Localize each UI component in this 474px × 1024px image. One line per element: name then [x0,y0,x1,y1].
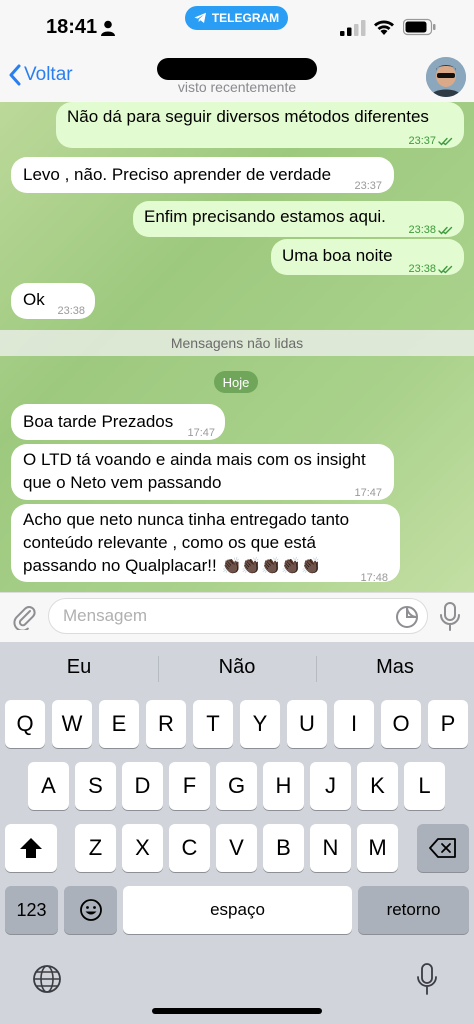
message-text-line: O LTD tá voando e ainda mais com os insi… [23,450,366,469]
key-m[interactable]: M [357,824,398,872]
key-y[interactable]: Y [240,700,280,748]
suggestion-3[interactable]: Mas [316,656,474,679]
message-text: Uma boa noite [282,246,393,265]
key-c[interactable]: C [169,824,210,872]
key-s[interactable]: S [75,762,116,810]
telegram-icon [194,12,206,23]
chat-area[interactable]: Não dá para seguir diversos métodos dife… [0,102,474,592]
message-time: 17:48 [360,572,388,584]
message-text-line: passando no Qualplacar!! 👏🏿👏🏿👏🏿👏🏿👏🏿 [23,555,321,578]
message-text-line: que o Neto vem passando [23,473,222,492]
key-v[interactable]: V [216,824,257,872]
unread-messages-divider: Mensagens não lidas [0,330,474,356]
message-text: Ok [23,290,45,309]
avatar-photo [426,57,466,97]
signal-icon [340,20,366,36]
message-input[interactable] [48,598,428,634]
wifi-icon [374,20,394,35]
key-i[interactable]: I [334,700,374,748]
backspace-icon [429,838,456,858]
key-q[interactable]: Q [5,700,45,748]
message-text-line: conteúdo relevante , como os que está [23,533,316,552]
incoming-message[interactable]: O LTD tá voando e ainda mais com os insi… [11,444,394,500]
double-check-icon [438,137,453,146]
message-time: 23:38 [408,263,436,275]
emoji-icon [79,899,102,921]
key-r[interactable]: R [146,700,186,748]
telegram-pill[interactable]: TELEGRAM [185,6,288,30]
message-text: Levo , não. Preciso aprender de verdade [23,165,332,184]
emoji-key[interactable] [64,886,117,934]
key-x[interactable]: X [122,824,163,872]
telegram-pill-label: TELEGRAM [211,11,280,25]
key-a[interactable]: A [28,762,69,810]
key-z[interactable]: Z [75,824,116,872]
message-time: 23:37 [354,180,382,192]
key-n[interactable]: N [310,824,351,872]
avatar[interactable] [426,57,466,97]
sticker-icon[interactable] [395,605,419,629]
date-badge: Hoje [214,371,258,393]
message-text: Enfim precisando estamos aqui. [144,207,386,226]
key-p[interactable]: P [428,700,468,748]
clapping-hands-emoji: 👏🏿👏🏿👏🏿👏🏿👏🏿 [221,558,322,575]
key-w[interactable]: W [52,700,92,748]
suggestion-1[interactable]: Eu [0,656,158,679]
globe-icon[interactable] [32,964,62,994]
shift-key[interactable] [5,824,57,872]
incoming-message[interactable]: Acho que neto nunca tinha entregado tant… [11,504,400,584]
space-key[interactable]: espaço [123,886,352,934]
double-check-icon [438,226,453,235]
keyboard: Eu Não Mas Q W E R T Y U I O P A S D F G… [0,642,474,1024]
message-time: 23:38 [408,224,436,236]
message-field[interactable] [49,599,383,633]
key-h[interactable]: H [263,762,304,810]
message-meta: 23:37 [408,130,454,152]
message-time: 17:47 [354,487,382,499]
key-l[interactable]: L [404,762,445,810]
message-text: Boa tarde Prezados [23,412,174,431]
return-key[interactable]: retorno [358,886,469,934]
message-text: passando no Qualplacar!! [23,556,217,575]
message-time: 23:38 [57,305,85,317]
incoming-message[interactable]: Boa tarde Prezados 17:47 [11,404,225,440]
key-j[interactable]: J [310,762,351,810]
incoming-message[interactable]: Ok 23:38 [11,283,95,319]
chat-header: Voltar visto recentemente [0,56,474,103]
paperclip-icon[interactable] [10,602,38,630]
numbers-key[interactable]: 123 [5,886,58,934]
outgoing-message[interactable]: Enfim precisando estamos aqui. 23:38 [133,201,464,237]
home-indicator[interactable] [152,1008,322,1014]
outgoing-message[interactable]: Uma boa noite 23:38 [271,239,464,275]
backspace-key[interactable] [417,824,469,872]
person-icon [101,20,115,36]
clock: 18:41 [46,16,98,38]
key-d[interactable]: D [122,762,163,810]
message-meta: 23:38 [408,219,454,241]
message-time: 17:47 [187,427,215,439]
contact-name-redacted[interactable] [157,58,317,80]
key-t[interactable]: T [193,700,233,748]
battery-icon [403,18,436,36]
outgoing-message[interactable]: Não dá para seguir diversos métodos dife… [56,102,464,148]
last-seen-status: visto recentemente [177,79,297,95]
key-g[interactable]: G [216,762,257,810]
double-check-icon [438,265,453,274]
incoming-message[interactable]: Levo , não. Preciso aprender de verdade … [11,157,394,193]
key-f[interactable]: F [169,762,210,810]
key-u[interactable]: U [287,700,327,748]
shift-icon [20,838,42,858]
microphone-icon[interactable] [439,602,461,632]
suggestion-2[interactable]: Não [158,656,316,679]
message-text-line: Acho que neto nunca tinha entregado tant… [23,510,350,529]
dictation-mic-icon[interactable] [416,962,438,996]
key-k[interactable]: K [357,762,398,810]
key-b[interactable]: B [263,824,304,872]
message-meta: 23:38 [408,258,454,280]
message-text: Não dá para seguir diversos métodos dife… [67,107,429,126]
key-e[interactable]: E [99,700,139,748]
message-time: 23:37 [408,135,436,147]
key-o[interactable]: O [381,700,421,748]
